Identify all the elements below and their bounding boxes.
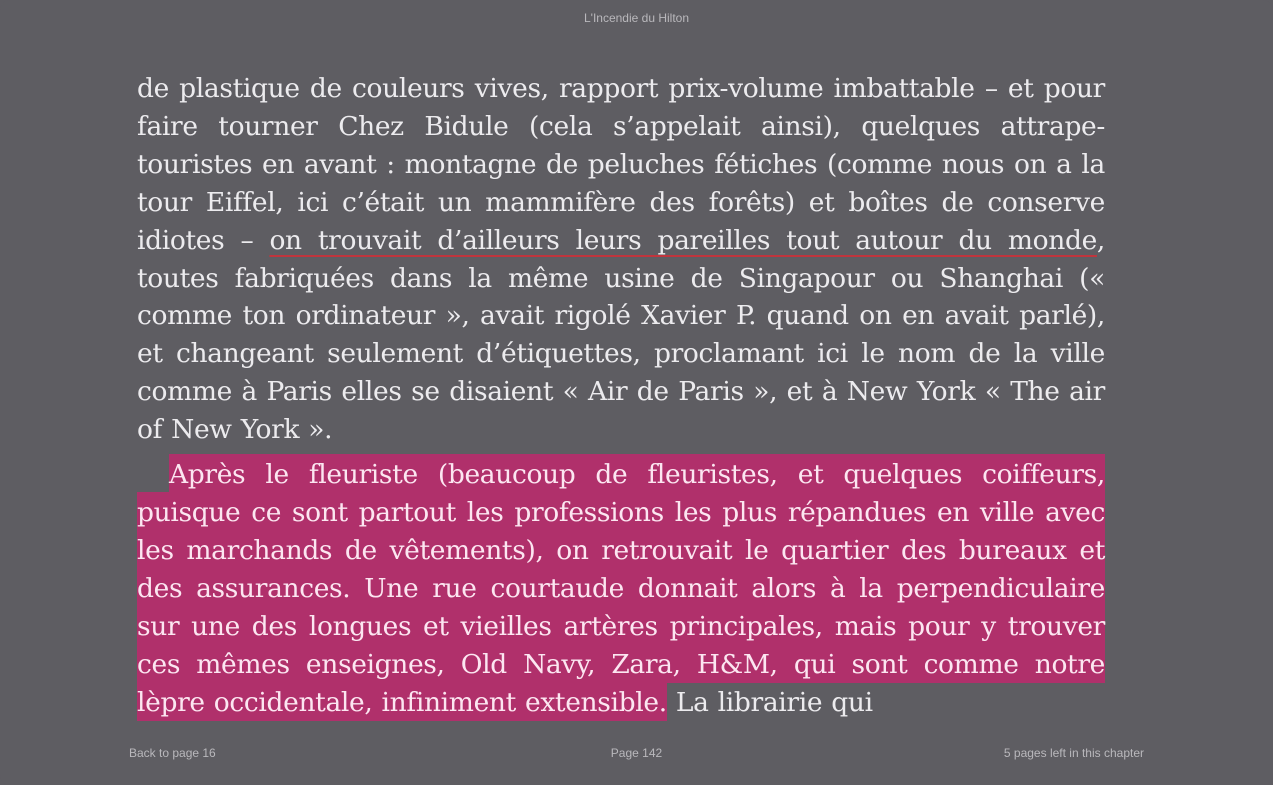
paragraph-text[interactable]: La librairie qui [667,687,873,718]
pages-left-in-chapter: 5 pages left in this chapter [1003,746,1144,760]
highlight-annotation[interactable]: Après le fleuriste (beaucoup de fleurist… [137,454,1105,721]
underlined-annotation[interactable]: on trouvait d’ailleurs leurs pareilles t… [269,225,1097,256]
page-content[interactable]: de plastique de couleurs vives, rapport … [137,70,1105,721]
paragraph[interactable]: Après le fleuriste (beaucoup de fleurist… [137,454,1105,721]
book-reader-window: L'Incendie du Hilton de plastique de cou… [0,0,1273,785]
window-title: L'Incendie du Hilton [583,11,690,25]
paragraph-text[interactable]: , toutes fabriquées dans la même usine d… [137,225,1105,446]
paragraph[interactable]: de plastique de couleurs vives, rapport … [137,70,1105,449]
